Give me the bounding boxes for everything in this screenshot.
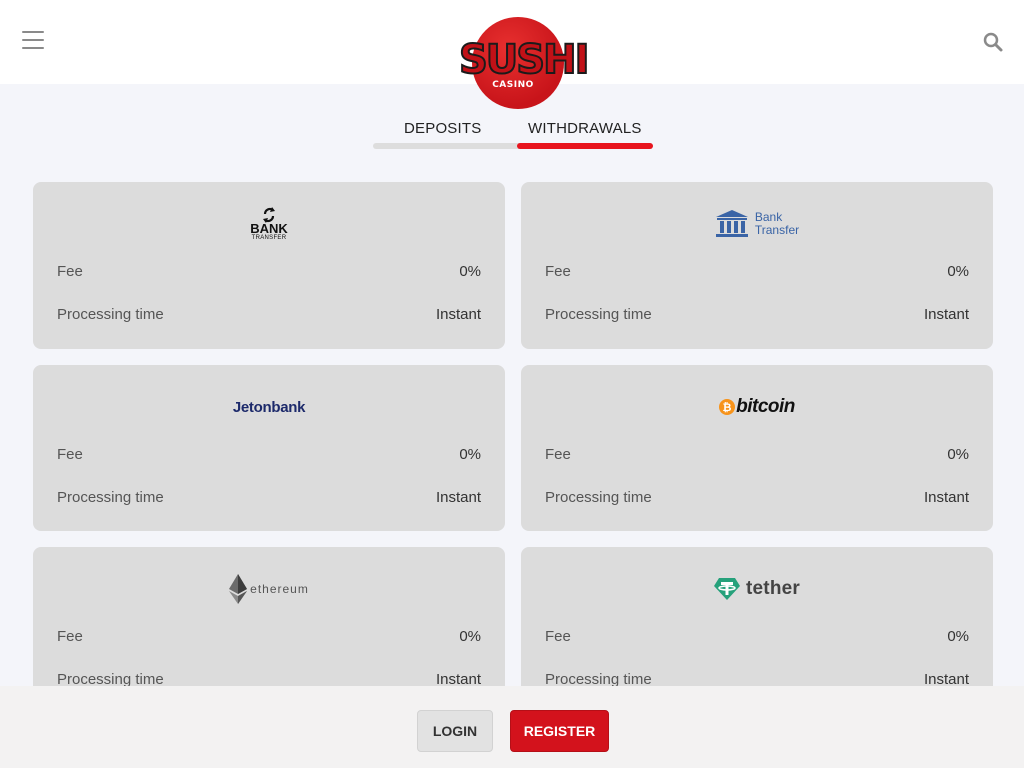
processing-time-row: Processing time Instant xyxy=(57,306,481,323)
processing-time-value: Instant xyxy=(923,489,969,506)
search-icon[interactable] xyxy=(982,31,1004,53)
bitcoin-logo-text: bitcoin xyxy=(736,396,795,417)
processing-time-value: Instant xyxy=(435,489,481,506)
fee-value: 0% xyxy=(947,446,969,463)
bank-building-icon xyxy=(715,210,748,237)
tether-logo: tether xyxy=(521,567,993,611)
payment-card-jetonbank: Jetonbank Fee 0% Processing time Instant xyxy=(33,365,505,531)
fee-value: 0% xyxy=(947,263,969,280)
jetonbank-logo-text: Jetonbank xyxy=(232,398,306,416)
tab-deposits[interactable]: DEPOSITS xyxy=(404,120,481,137)
sushi-casino-logo[interactable]: SUSHI CASINO xyxy=(458,17,590,109)
bitcoin-coin-icon: ₿ xyxy=(719,399,736,415)
fee-row: Fee 0% xyxy=(545,628,969,645)
processing-time-value: Instant xyxy=(923,306,969,323)
svg-text:₿: ₿ xyxy=(723,401,732,414)
processing-time-row: Processing time Instant xyxy=(545,489,969,506)
login-button[interactable]: LOGIN xyxy=(417,710,493,752)
menu-icon[interactable] xyxy=(22,31,44,51)
payment-card-bitcoin: ₿ bitcoin Fee 0% Processing time Instant xyxy=(521,365,993,531)
processing-time-label: Processing time xyxy=(545,489,652,506)
bank-transfer-logo-text: BANK xyxy=(250,221,288,236)
fee-row: Fee 0% xyxy=(57,263,481,280)
tether-logo-text: tether xyxy=(746,578,800,599)
ethereum-logo: ethereum xyxy=(33,567,505,611)
ethereum-diamond-icon xyxy=(229,574,248,604)
bank-transfer-blue-logo: Bank Transfer xyxy=(521,202,993,246)
processing-time-value: Instant xyxy=(435,306,481,323)
fee-value: 0% xyxy=(459,628,481,645)
site-header: SUSHI CASINO xyxy=(0,0,1024,109)
fee-label: Fee xyxy=(57,628,83,645)
bitcoin-logo: ₿ bitcoin xyxy=(521,385,993,429)
payment-card-bank-transfer-blue: Bank Transfer Fee 0% Processing time Ins… xyxy=(521,182,993,349)
tether-icon xyxy=(714,578,740,600)
fee-label: Fee xyxy=(57,263,83,280)
processing-time-label: Processing time xyxy=(57,306,164,323)
logo-brand-text: SUSHI xyxy=(458,36,590,84)
fee-row: Fee 0% xyxy=(545,446,969,463)
fee-row: Fee 0% xyxy=(57,446,481,463)
fee-label: Fee xyxy=(57,446,83,463)
jetonbank-logo: Jetonbank xyxy=(33,385,505,429)
payment-tabs: DEPOSITS WITHDRAWALS xyxy=(373,120,653,150)
fee-value: 0% xyxy=(459,446,481,463)
tabs-active-indicator xyxy=(517,143,653,149)
bank-transfer-logo: BANK TRANSFER xyxy=(33,202,505,246)
register-button[interactable]: REGISTER xyxy=(510,710,609,752)
processing-time-label: Processing time xyxy=(545,306,652,323)
auth-footer-bar: LOGIN REGISTER xyxy=(0,686,1024,768)
fee-row: Fee 0% xyxy=(57,628,481,645)
payment-card-bank-transfer: BANK TRANSFER Fee 0% Processing time Ins… xyxy=(33,182,505,349)
ethereum-logo-text: ethereum xyxy=(250,582,309,596)
fee-label: Fee xyxy=(545,628,571,645)
fee-value: 0% xyxy=(947,628,969,645)
bank-transfer-blue-line2: Transfer xyxy=(754,223,800,237)
bank-transfer-logo-subtext: TRANSFER xyxy=(251,235,287,241)
processing-time-label: Processing time xyxy=(57,489,164,506)
logo-sub-text: CASINO xyxy=(492,80,534,90)
fee-label: Fee xyxy=(545,263,571,280)
processing-time-row: Processing time Instant xyxy=(57,489,481,506)
processing-time-row: Processing time Instant xyxy=(545,306,969,323)
fee-row: Fee 0% xyxy=(545,263,969,280)
tab-withdrawals[interactable]: WITHDRAWALS xyxy=(528,120,642,137)
fee-label: Fee xyxy=(545,446,571,463)
fee-value: 0% xyxy=(459,263,481,280)
